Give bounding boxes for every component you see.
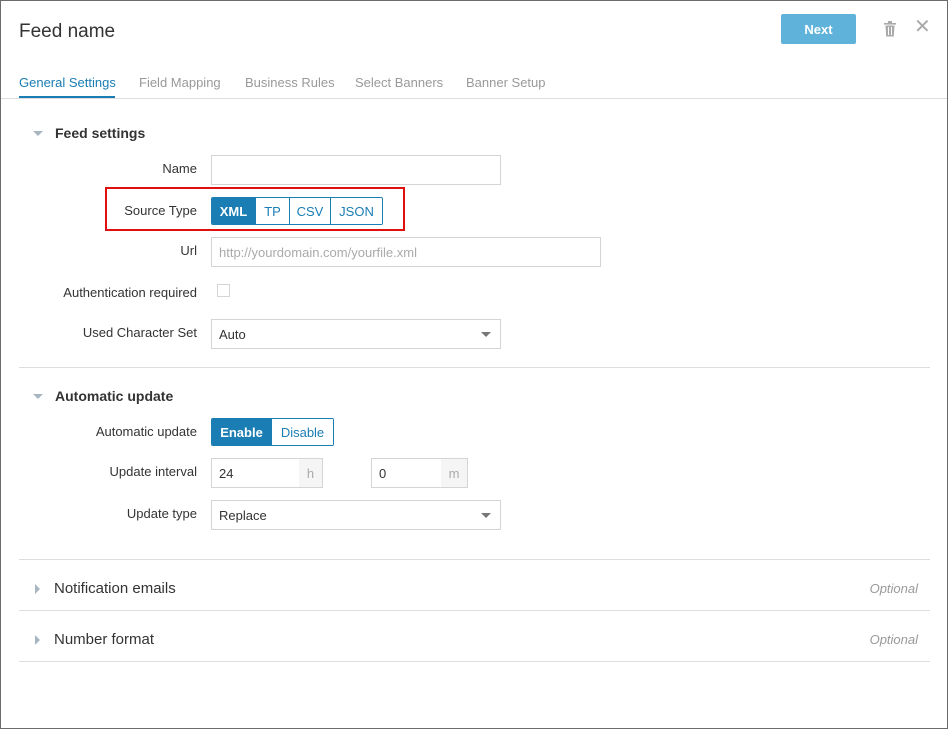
section-title: Feed settings: [55, 125, 146, 141]
update-type-select[interactable]: Replace: [211, 500, 501, 530]
hours-input[interactable]: 24: [211, 458, 300, 488]
page-title: Feed name: [19, 21, 116, 42]
section-divider: [19, 610, 930, 611]
trash-icon[interactable]: [883, 21, 897, 37]
optional-label: Optional: [869, 632, 918, 647]
close-icon[interactable]: ✕: [914, 17, 931, 37]
auth-checkbox[interactable]: [217, 284, 230, 297]
hours-unit: h: [299, 458, 323, 488]
tab-general-settings[interactable]: General Settings: [19, 75, 116, 90]
charset-value: Auto: [219, 326, 246, 342]
update-interval-label: Update interval: [109, 464, 197, 479]
url-input[interactable]: http://yourdomain.com/yourfile.xml: [211, 237, 601, 267]
auth-label: Authentication required: [63, 285, 197, 300]
section-divider: [19, 559, 930, 560]
chevron-down-icon: [481, 513, 491, 518]
active-tab-indicator: [19, 96, 115, 98]
automatic-update-header[interactable]: Automatic update: [1, 388, 173, 404]
minutes-unit: m: [441, 458, 468, 488]
feed-dialog: Feed name Next ✕ General Settings Field …: [0, 0, 948, 729]
feed-settings-header[interactable]: Feed settings: [1, 125, 145, 141]
name-input[interactable]: [211, 155, 501, 185]
name-label: Name: [162, 161, 197, 176]
section-title: Automatic update: [55, 388, 174, 404]
disable-button[interactable]: Disable: [272, 419, 333, 445]
next-button[interactable]: Next: [781, 14, 856, 44]
highlight-box: [105, 187, 405, 231]
enable-button[interactable]: Enable: [212, 419, 272, 445]
notification-emails-header[interactable]: Notification emails: [1, 580, 176, 597]
update-type-label: Update type: [126, 506, 197, 521]
section-divider: [19, 367, 930, 368]
automatic-update-toggle: Enable Disable: [211, 418, 334, 446]
tab-business-rules[interactable]: Business Rules: [245, 75, 335, 90]
charset-select[interactable]: Auto: [211, 319, 501, 349]
number-format-header[interactable]: Number format: [1, 631, 154, 648]
chevron-down-icon: [481, 332, 491, 337]
optional-label: Optional: [869, 581, 918, 596]
section-title: Notification emails: [54, 580, 176, 597]
caret-right-icon: [35, 634, 40, 645]
tab-select-banners[interactable]: Select Banners: [355, 75, 443, 90]
minutes-input[interactable]: 0: [371, 458, 442, 488]
automatic-update-label: Automatic update: [95, 424, 197, 439]
charset-label: Used Character Set: [82, 325, 197, 340]
tab-field-mapping[interactable]: Field Mapping: [139, 75, 221, 90]
caret-down-icon: [33, 393, 43, 399]
caret-down-icon: [33, 130, 43, 136]
tab-banner-setup[interactable]: Banner Setup: [466, 75, 546, 90]
tab-bar: General Settings Field Mapping Business …: [1, 71, 947, 99]
section-divider: [19, 661, 930, 662]
section-title: Number format: [54, 631, 155, 648]
url-label: Url: [180, 243, 197, 258]
update-type-value: Replace: [219, 507, 267, 523]
caret-right-icon: [35, 583, 40, 594]
